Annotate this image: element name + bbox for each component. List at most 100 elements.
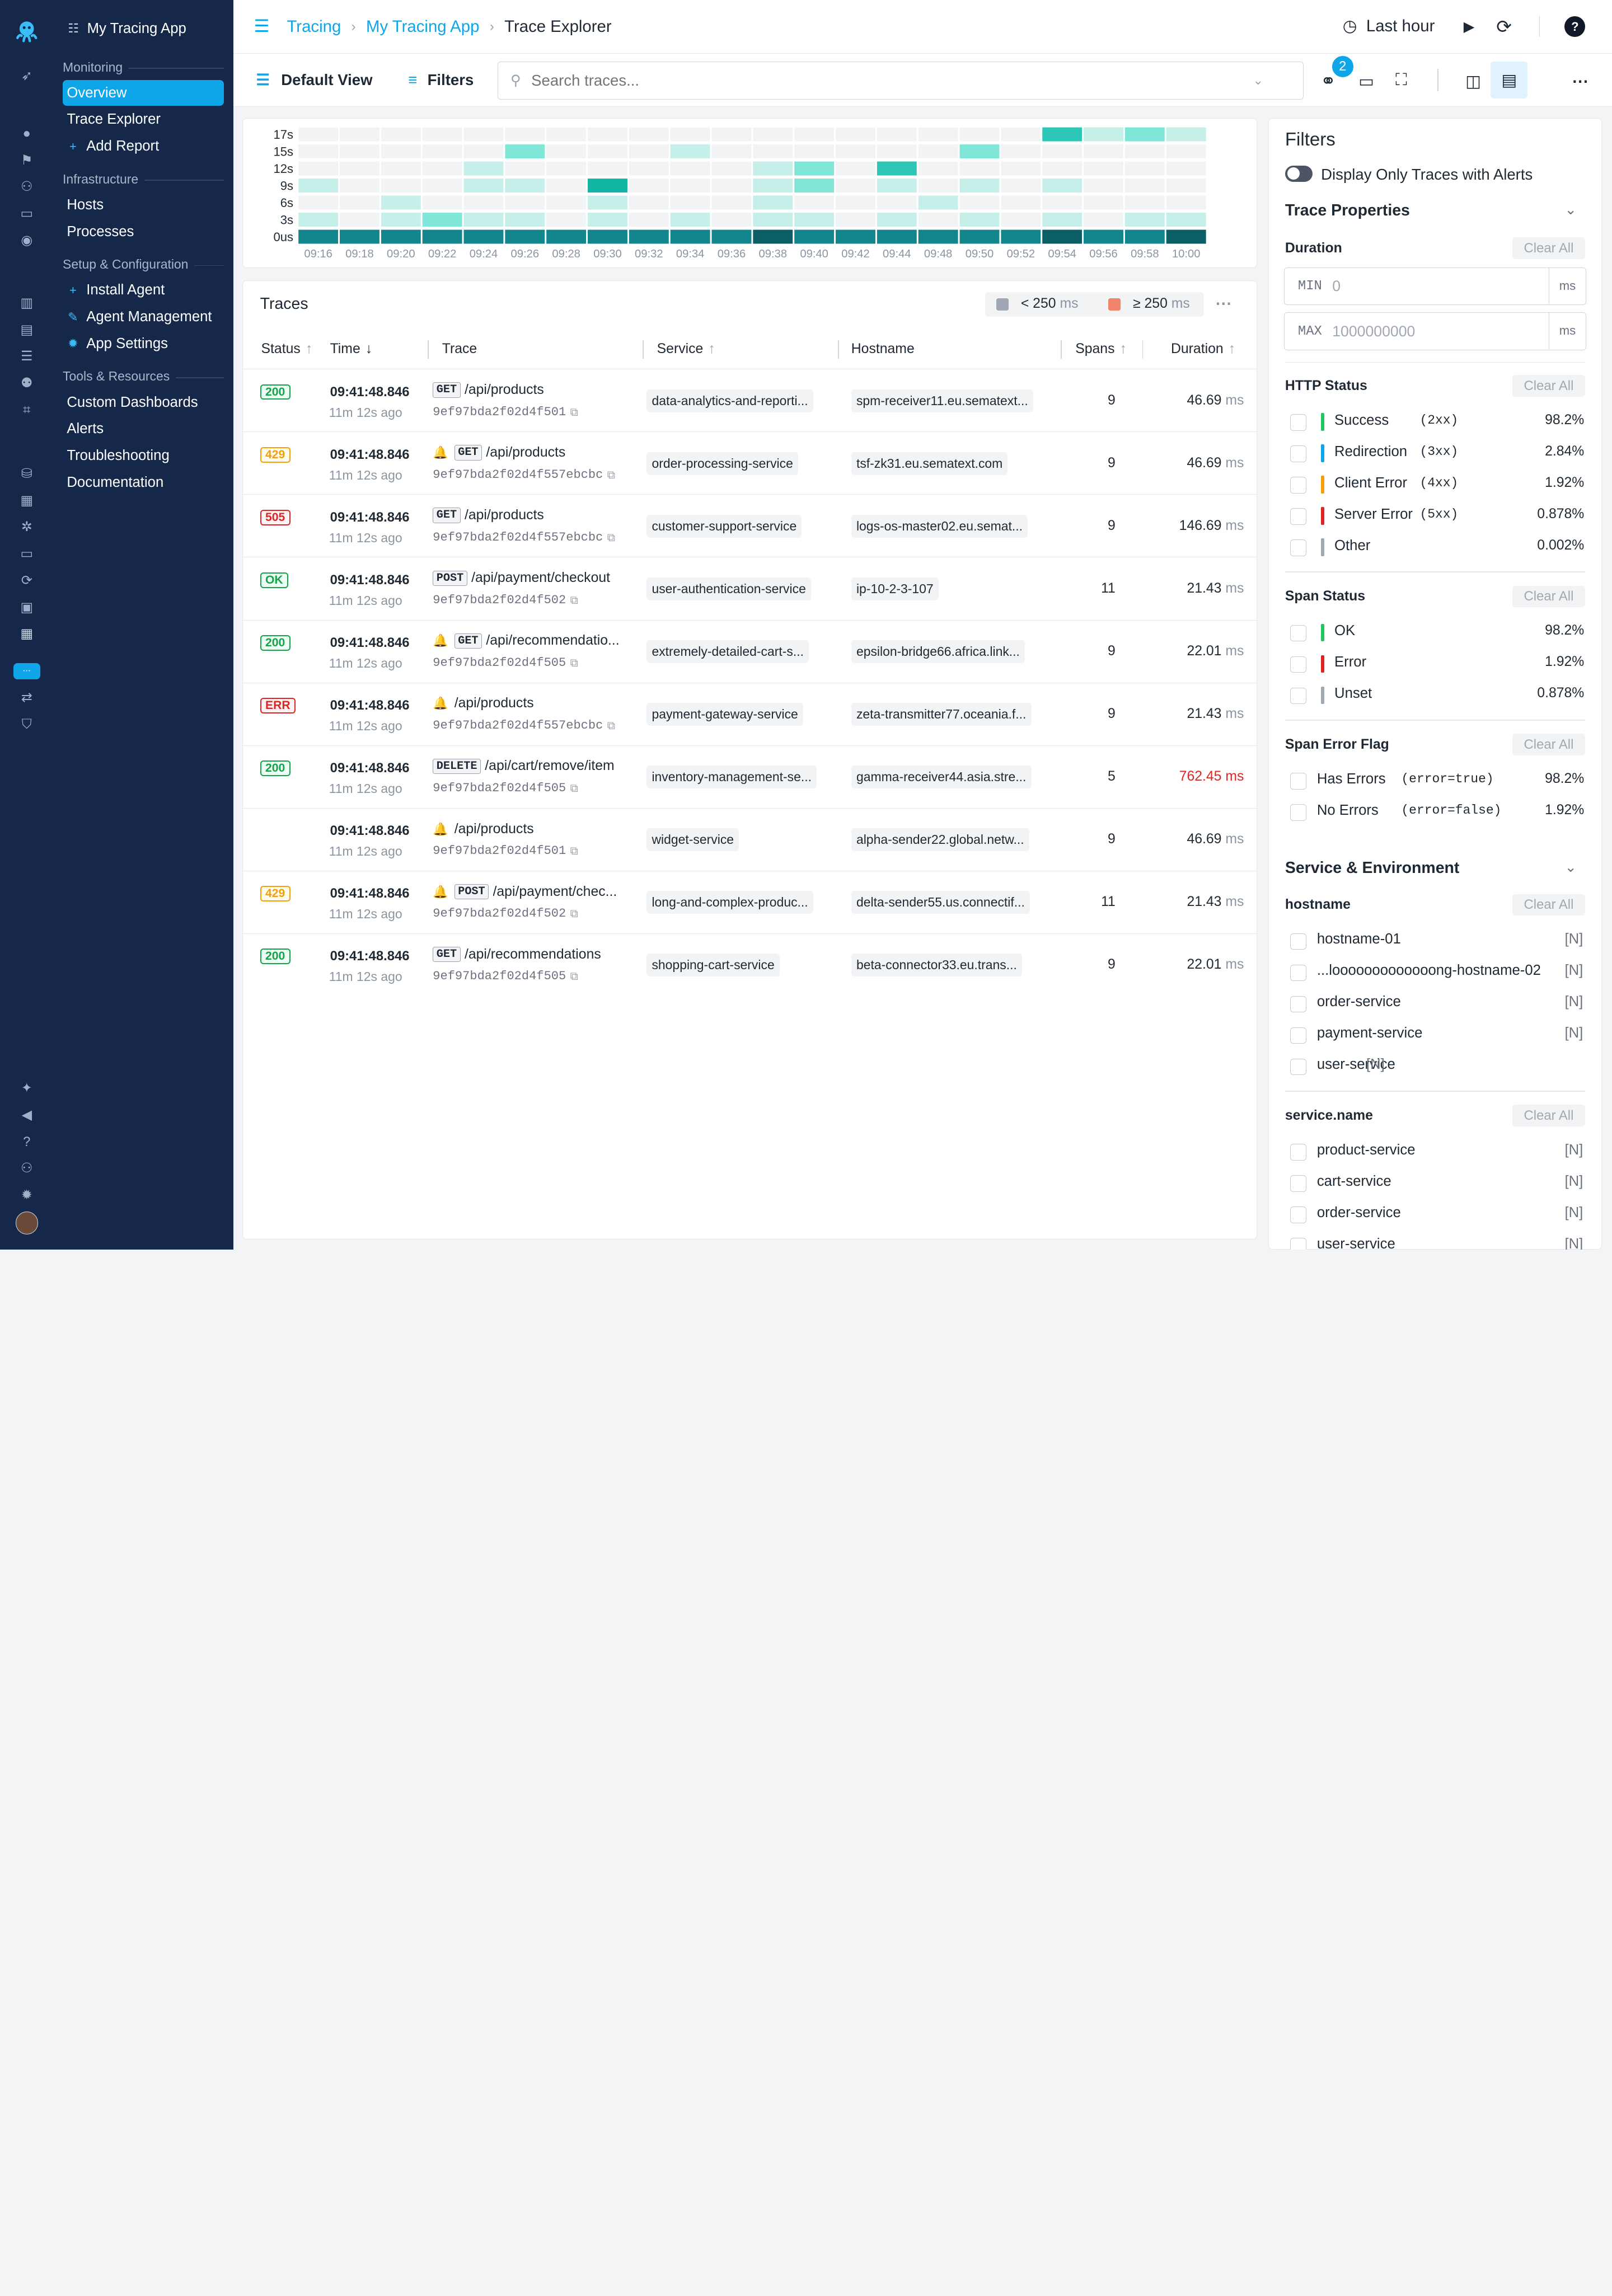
heatmap-cell[interactable]	[753, 229, 793, 244]
heatmap-cell[interactable]	[794, 213, 835, 227]
heatmap-cell[interactable]	[794, 195, 835, 210]
service-chip[interactable]: widget-service	[646, 828, 739, 851]
trace-name[interactable]: 🔔 GET/api/recommendatio...	[433, 633, 620, 649]
trace-id[interactable]: 9ef97bda2f02d4f502 ⧉	[433, 907, 578, 921]
heatmap-cell[interactable]	[960, 161, 1000, 176]
traces-more-icon[interactable]: ⋯	[1215, 294, 1231, 313]
info-icon[interactable]: ●	[17, 124, 36, 143]
col-hostname[interactable]: Hostname	[851, 341, 915, 357]
grid-icon[interactable]: ▦	[17, 625, 36, 644]
trace-name[interactable]: 🔔 POST/api/payment/chec...	[433, 884, 617, 900]
alerts-toggle[interactable]	[1285, 165, 1313, 182]
sidebar-item-app-settings[interactable]: ✹ App Settings	[63, 331, 224, 356]
heatmap-cell[interactable]	[753, 144, 793, 159]
filters-toggle[interactable]: ≡ Filters	[408, 71, 474, 89]
database-icon[interactable]: ⛁	[17, 464, 36, 483]
aperture-icon[interactable]: ✲	[17, 518, 36, 537]
heatmap-cell[interactable]	[423, 195, 463, 210]
heatmap-cell[interactable]	[505, 229, 545, 244]
sidebar-item-processes[interactable]: Processes	[63, 219, 224, 245]
breadcrumb-tracing[interactable]: Tracing	[287, 17, 341, 36]
heatmap-cell[interactable]	[1001, 161, 1041, 176]
duration-max-field[interactable]: MAX 1000000000 ms	[1284, 312, 1587, 351]
filter-checkbox[interactable]	[1290, 964, 1307, 982]
heatmap-cell[interactable]	[960, 179, 1000, 193]
sidebar-item-hosts[interactable]: Hosts	[63, 192, 224, 218]
octopus-logo-icon[interactable]	[12, 17, 41, 46]
hostname-chip[interactable]: epsilon-bridge66.africa.link...	[851, 640, 1025, 663]
heatmap-cell[interactable]	[711, 229, 752, 244]
service-chip[interactable]: user-authentication-service	[646, 577, 812, 600]
heatmap-cell[interactable]	[671, 195, 711, 210]
heatmap-cell[interactable]	[919, 195, 959, 210]
duration-max-input[interactable]: 1000000000	[1332, 323, 1538, 340]
heatmap-cell[interactable]	[1166, 213, 1207, 227]
hostname-chip[interactable]: ip-10-2-3-107	[851, 577, 939, 600]
heatmap-cell[interactable]	[1166, 195, 1207, 210]
heatmap-cell[interactable]	[340, 195, 380, 210]
shield-icon[interactable]: ⛉	[17, 715, 36, 734]
heatmap-chart[interactable]: 17s 15s 12s 9s 6s 3s 0us 09:16 09:18 09:20 09:22 09…	[243, 119, 1258, 269]
span_status-clear-button[interactable]: Clear All	[1512, 585, 1586, 608]
col-time[interactable]: Time ↓	[330, 341, 373, 357]
heatmap-cell[interactable]	[423, 144, 463, 159]
book-icon[interactable]: ▭	[17, 205, 36, 223]
heatmap-cell[interactable]	[588, 144, 628, 159]
heatmap-cell[interactable]	[1166, 127, 1207, 142]
sidebar-item-trace-explorer[interactable]: Trace Explorer	[63, 107, 224, 133]
heatmap-cell[interactable]	[919, 144, 959, 159]
split-view-icon[interactable]: ◫	[1462, 70, 1484, 92]
service-env-title[interactable]: Service & Environment	[1285, 859, 1460, 877]
span_error-clear-button[interactable]: Clear All	[1512, 734, 1586, 755]
heatmap-cell[interactable]	[711, 144, 752, 159]
col-spans[interactable]: Spans ↑	[1075, 341, 1127, 357]
help-icon[interactable]: ?	[1564, 16, 1586, 37]
heatmap-cell[interactable]	[1042, 179, 1083, 193]
heatmap-cell[interactable]	[794, 127, 835, 142]
package-icon[interactable]: ▣	[17, 598, 36, 617]
sidebar-item-custom-dashboards[interactable]: Custom Dashboards	[63, 389, 224, 415]
heatmap-cell[interactable]	[836, 195, 876, 210]
help-icon[interactable]: ?	[17, 1133, 36, 1151]
robot-icon[interactable]: ⚉	[17, 374, 36, 393]
heatmap-cell[interactable]	[546, 127, 587, 142]
heatmap-cell[interactable]	[463, 195, 504, 210]
filter-checkbox[interactable]	[1290, 687, 1307, 705]
hostname-chip[interactable]: beta-connector33.eu.trans...	[851, 954, 1023, 976]
heatmap-cell[interactable]	[753, 213, 793, 227]
heatmap-cell[interactable]	[877, 144, 917, 159]
heatmap-cell[interactable]	[546, 213, 587, 227]
service-chip[interactable]: payment-gateway-service	[646, 703, 803, 726]
heatmap-cell[interactable]	[546, 229, 587, 244]
copy-icon[interactable]: ⧉	[570, 907, 578, 921]
copy-icon[interactable]: ⧉	[570, 781, 578, 795]
copy-icon[interactable]: ⧉	[607, 468, 615, 482]
tracing-active-icon[interactable]: ⋯	[13, 663, 40, 680]
heatmap-cell[interactable]	[1084, 179, 1124, 193]
duration-min-input[interactable]: 0	[1332, 278, 1538, 295]
heatmap-cell[interactable]	[505, 144, 545, 159]
filter-checkbox[interactable]	[1290, 508, 1307, 525]
chevron-down-icon[interactable]: ⌄	[1564, 859, 1577, 876]
heatmap-cell[interactable]	[671, 127, 711, 142]
filter-checkbox[interactable]	[1290, 656, 1307, 673]
heatmap-cell[interactable]	[836, 229, 876, 244]
heatmap-cell[interactable]	[919, 213, 959, 227]
heatmap-cell[interactable]	[1084, 127, 1124, 142]
heatmap-cell[interactable]	[463, 144, 504, 159]
heatmap-cell[interactable]	[794, 179, 835, 193]
heatmap-cell[interactable]	[1125, 213, 1165, 227]
heatmap-cell[interactable]	[1001, 213, 1041, 227]
heatmap-cell[interactable]	[1001, 144, 1041, 159]
heatmap-cell[interactable]	[381, 144, 421, 159]
heatmap-cell[interactable]	[877, 229, 917, 244]
copy-icon[interactable]: ⧉	[570, 844, 578, 858]
trace-properties-title[interactable]: Trace Properties	[1285, 201, 1410, 220]
duration-clear-button[interactable]: Clear All	[1512, 237, 1586, 259]
filter-checkbox[interactable]	[1290, 625, 1307, 642]
heatmap-cell[interactable]	[671, 179, 711, 193]
heatmap-cell[interactable]	[463, 179, 504, 193]
duration-min-field[interactable]: MIN 0 ms	[1284, 267, 1587, 306]
globe-icon[interactable]: ◉	[17, 231, 36, 250]
heatmap-cell[interactable]	[1125, 195, 1165, 210]
